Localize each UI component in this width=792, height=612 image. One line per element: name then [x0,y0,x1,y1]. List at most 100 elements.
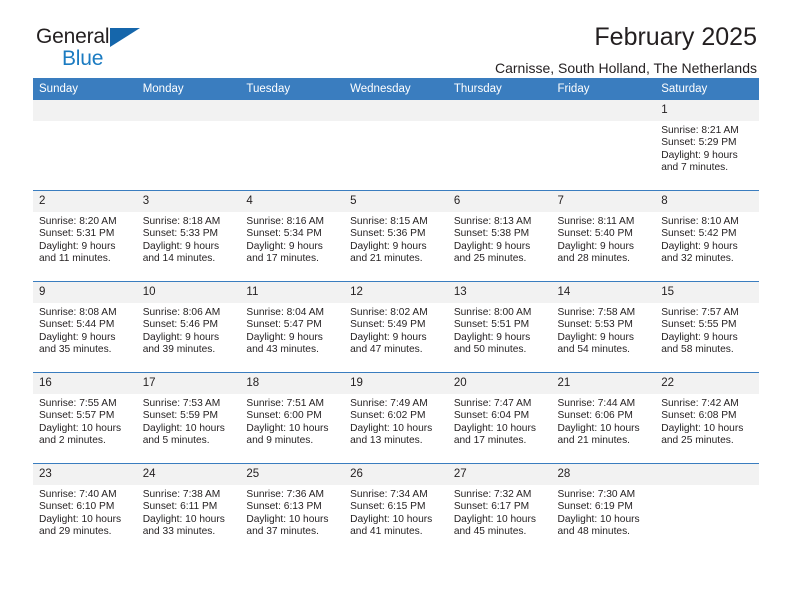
day-details: Sunrise: 8:06 AM Sunset: 5:46 PM Daylight:… [137,303,241,357]
day-details: Sunrise: 7:38 AM Sunset: 6:11 PM Daylight:… [137,485,241,539]
daylight-text-line1: Daylight: 10 hours [39,422,122,434]
calendar-day-cell[interactable]: 15 Sunrise: 7:57 AM Sunset: 5:55 PM Dayligh… [655,281,759,373]
calendar-day-cell[interactable]: 7 Sunrise: 8:11 AM Sunset: 5:40 PM Daylight… [551,190,656,282]
calendar-day-cell[interactable]: 5 Sunrise: 8:15 AM Sunset: 5:36 PM Daylight… [344,190,448,282]
calendar-day-cell[interactable]: 23 Sunrise: 7:40 AM Sunset: 6:10 PM Dayligh… [33,463,137,554]
daylight-text-line2: and 41 minutes. [350,526,423,538]
day-details [448,121,552,125]
calendar-table: Sunday Monday Tuesday Wednesday Thursday… [33,78,759,554]
calendar-day-cell[interactable]: 16 Sunrise: 7:55 AM Sunset: 5:57 PM Dayligh… [33,372,137,464]
calendar-day-cell[interactable] [136,100,241,191]
daylight-text-line2: and 17 minutes. [453,435,527,447]
daylight-text-line2: and 2 minutes. [39,435,106,447]
calendar-day-cell[interactable] [655,463,759,554]
day-details: Sunrise: 8:18 AM Sunset: 5:33 PM Daylight:… [137,212,241,266]
daylight-text-line2: and 21 minutes. [557,435,631,447]
sunset-text: Sunset: 6:11 PM [142,501,218,513]
calendar-day-cell[interactable]: 4 Sunrise: 8:16 AM Sunset: 5:34 PM Daylight… [240,190,345,282]
daylight-text-line1: Daylight: 9 hours [557,331,634,343]
daylight-text-line2: and 32 minutes. [661,253,734,265]
calendar-day-cell[interactable]: 28 Sunrise: 7:30 AM Sunset: 6:19 PM Dayligh… [551,463,656,554]
day-details: Sunrise: 7:42 AM Sunset: 6:08 PM Daylight:… [655,394,759,448]
calendar-day-cell[interactable]: 27 Sunrise: 7:32 AM Sunset: 6:17 PM Dayligh… [447,463,552,554]
day-details: Sunrise: 8:13 AM Sunset: 5:38 PM Daylight:… [448,212,552,266]
calendar-day-cell[interactable]: 14 Sunrise: 7:58 AM Sunset: 5:53 PM Dayligh… [551,281,656,373]
day-details: Sunrise: 8:11 AM Sunset: 5:40 PM Daylight:… [552,212,656,266]
day-number: 25 [240,464,345,485]
day-details: Sunrise: 7:51 AM Sunset: 6:00 PM Daylight:… [240,394,344,448]
sunset-text: Sunset: 5:55 PM [661,319,737,331]
daylight-text-line1: Daylight: 9 hours [246,331,323,343]
calendar-day-cell[interactable]: 6 Sunrise: 8:13 AM Sunset: 5:38 PM Daylight… [447,190,552,282]
day-number: 9 [33,282,137,303]
calendar-day-cell[interactable]: 12 Sunrise: 8:02 AM Sunset: 5:49 PM Dayligh… [344,281,448,373]
calendar-day-cell[interactable]: 11 Sunrise: 8:04 AM Sunset: 5:47 PM Dayligh… [240,281,345,373]
daylight-text-line1: Daylight: 9 hours [453,331,531,343]
daylight-text-line2: and 45 minutes. [453,526,527,538]
daylight-text-line2: and 50 minutes. [453,344,527,356]
daylight-text-line2: and 54 minutes. [557,344,631,356]
calendar-body: 1 Sunrise: 8:21 AM Sunset: 5:29 PM Daylight… [33,100,759,554]
logo-text-blue: Blue [62,47,104,70]
day-details [33,121,137,125]
daylight-text-line2: and 25 minutes. [453,253,527,265]
daylight-text-line1: Daylight: 9 hours [142,240,220,252]
sunset-text: Sunset: 6:02 PM [350,410,426,422]
calendar-day-cell[interactable]: 21 Sunrise: 7:44 AM Sunset: 6:06 PM Dayligh… [551,372,656,464]
weekday-header-tuesday: Tuesday [240,78,345,100]
day-details: Sunrise: 8:20 AM Sunset: 5:31 PM Daylight:… [33,212,137,266]
day-number [551,100,656,121]
sunrise-text: Sunrise: 7:53 AM [142,398,221,409]
calendar-day-cell[interactable]: 2 Sunrise: 8:20 AM Sunset: 5:31 PM Daylight… [33,190,137,282]
day-number: 3 [136,191,241,212]
day-details: Sunrise: 7:49 AM Sunset: 6:02 PM Daylight:… [344,394,448,448]
day-number: 11 [240,282,345,303]
daylight-text-line2: and 47 minutes. [350,344,423,356]
calendar-week-row: 23 Sunrise: 7:40 AM Sunset: 6:10 PM Dayligh… [33,463,759,554]
day-number: 26 [344,464,448,485]
calendar-day-cell[interactable] [447,100,552,191]
page-header: General Blue February 2025 Carnisse, Sou… [33,0,759,76]
calendar-day-cell[interactable]: 13 Sunrise: 8:00 AM Sunset: 5:51 PM Dayligh… [447,281,552,373]
calendar-day-cell[interactable] [33,100,137,191]
sunset-text: Sunset: 6:19 PM [557,501,633,513]
day-details: Sunrise: 7:58 AM Sunset: 5:53 PM Daylight:… [552,303,656,357]
calendar-day-cell[interactable] [344,100,448,191]
sunrise-text: Sunrise: 7:57 AM [661,307,739,318]
calendar-day-cell[interactable]: 20 Sunrise: 7:47 AM Sunset: 6:04 PM Dayligh… [447,372,552,464]
calendar-day-cell[interactable]: 17 Sunrise: 7:53 AM Sunset: 5:59 PM Dayligh… [136,372,241,464]
day-details [552,121,656,125]
day-number: 18 [240,373,345,394]
calendar-day-cell[interactable]: 18 Sunrise: 7:51 AM Sunset: 6:00 PM Dayligh… [240,372,345,464]
daylight-text-line2: and 43 minutes. [246,344,319,356]
daylight-text-line1: Daylight: 10 hours [246,422,329,434]
day-number: 20 [447,373,552,394]
calendar-day-cell[interactable]: 9 Sunrise: 8:08 AM Sunset: 5:44 PM Daylight… [33,281,137,373]
calendar-day-cell[interactable]: 10 Sunrise: 8:06 AM Sunset: 5:46 PM Dayligh… [136,281,241,373]
calendar-day-cell[interactable] [551,100,656,191]
sunset-text: Sunset: 5:40 PM [557,228,633,240]
day-number: 21 [551,373,656,394]
calendar-day-cell[interactable] [240,100,345,191]
calendar-day-cell[interactable]: 25 Sunrise: 7:36 AM Sunset: 6:13 PM Dayligh… [240,463,345,554]
day-number: 8 [655,191,759,212]
daylight-text-line1: Daylight: 9 hours [39,240,116,252]
daylight-text-line1: Daylight: 10 hours [350,422,433,434]
calendar-day-cell[interactable]: 22 Sunrise: 7:42 AM Sunset: 6:08 PM Dayligh… [655,372,759,464]
calendar-day-cell[interactable]: 3 Sunrise: 8:18 AM Sunset: 5:33 PM Daylight… [136,190,241,282]
sunset-text: Sunset: 6:13 PM [246,501,322,513]
calendar-day-cell[interactable]: 8 Sunrise: 8:10 AM Sunset: 5:42 PM Daylight… [655,190,759,282]
day-number [33,100,137,121]
daylight-text-line1: Daylight: 10 hours [350,513,433,525]
weekday-header-monday: Monday [136,78,241,100]
sunset-text: Sunset: 5:44 PM [39,319,115,331]
calendar-day-cell[interactable]: 19 Sunrise: 7:49 AM Sunset: 6:02 PM Dayligh… [344,372,448,464]
sunrise-text: Sunrise: 8:00 AM [453,307,532,318]
calendar-day-cell[interactable]: 1 Sunrise: 8:21 AM Sunset: 5:29 PM Daylight… [655,100,759,191]
calendar-day-cell[interactable]: 26 Sunrise: 7:34 AM Sunset: 6:15 PM Dayligh… [344,463,448,554]
calendar-day-cell[interactable]: 24 Sunrise: 7:38 AM Sunset: 6:11 PM Dayligh… [136,463,241,554]
sunrise-text: Sunrise: 8:18 AM [142,216,221,227]
day-details: Sunrise: 7:34 AM Sunset: 6:15 PM Daylight:… [344,485,448,539]
sunset-text: Sunset: 5:42 PM [661,228,737,240]
daylight-text-line2: and 35 minutes. [39,344,112,356]
